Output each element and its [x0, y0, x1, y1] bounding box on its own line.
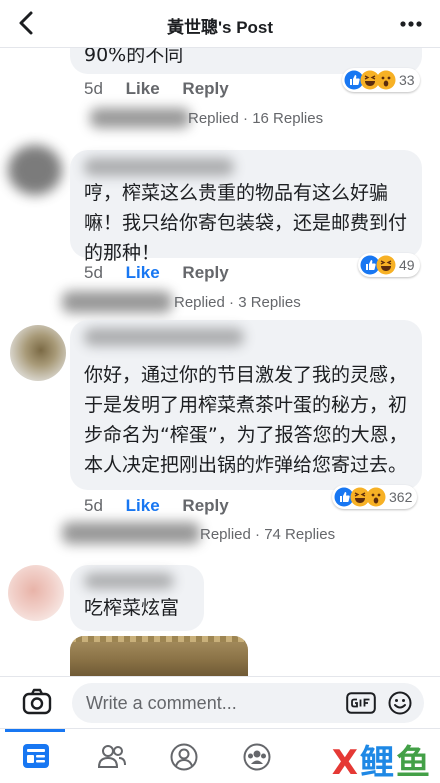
redacted-author-name — [84, 328, 244, 346]
comment-input-placeholder: Write a comment... — [86, 693, 237, 713]
comment-photo[interactable] — [70, 636, 248, 676]
page-title: 黃世聰's Post — [166, 18, 274, 37]
watermark-logo: X鲤鱼 — [332, 735, 432, 783]
avatar[interactable] — [8, 565, 64, 621]
comment-composer: Write a comment... — [0, 676, 440, 728]
redacted-avatar — [90, 108, 190, 128]
reaction-count: 49 — [399, 257, 415, 273]
like-button[interactable]: Like — [126, 263, 160, 282]
comment-actions: 5d Like Reply — [84, 79, 247, 99]
reaction-summary[interactable]: 362 — [332, 485, 418, 509]
comment-time: 5d — [84, 79, 103, 98]
active-tab-indicator — [5, 729, 65, 732]
more-options-icon[interactable] — [400, 21, 422, 27]
comment-actions: 5d Like Reply — [84, 496, 247, 516]
avatar[interactable] — [10, 325, 66, 381]
reaction-count: 33 — [399, 72, 415, 88]
view-replies-link[interactable]: Replied · 74 Replies — [200, 526, 335, 543]
redacted-avatar — [62, 522, 200, 544]
bottom-tab-bar: X鲤鱼 — [0, 728, 440, 783]
comment-bubble: 哼，榨菜这么贵重的物品有这么好骗嘛！我只给你寄包装袋，还是邮费到付的那种！ — [70, 150, 422, 264]
redacted-avatar — [62, 291, 172, 313]
top-bar: 黃世聰's Post — [0, 0, 440, 48]
reaction-summary[interactable]: 33 — [342, 68, 420, 92]
comment-actions: 5d Like Reply — [84, 263, 247, 283]
comment-time: 5d — [84, 496, 103, 515]
view-replies-link[interactable]: Replied · 16 Replies — [188, 110, 323, 127]
emoji-icon[interactable] — [388, 691, 412, 715]
profile-icon[interactable] — [170, 743, 198, 771]
like-button[interactable]: Like — [126, 496, 160, 515]
reply-button[interactable]: Reply — [182, 79, 228, 98]
avatar[interactable] — [8, 145, 62, 195]
groups-icon[interactable] — [243, 743, 271, 771]
like-button[interactable]: Like — [126, 79, 160, 98]
reply-button[interactable]: Reply — [182, 496, 228, 515]
haha-reaction-icon — [376, 255, 396, 275]
reaction-count: 362 — [389, 489, 413, 505]
wow-reaction-icon — [366, 487, 386, 507]
gif-icon[interactable] — [346, 692, 376, 714]
comment-bubble: 吃榨菜炫富 — [70, 565, 204, 631]
reply-button[interactable]: Reply — [182, 263, 228, 282]
friends-icon[interactable] — [97, 743, 127, 769]
comment-time: 5d — [84, 263, 103, 282]
view-replies-link[interactable]: Replied · 3 Replies — [174, 294, 301, 311]
news-feed-icon[interactable] — [22, 743, 50, 769]
comment-text: 吃榨菜炫富 — [84, 597, 180, 619]
camera-icon[interactable] — [22, 688, 52, 716]
reaction-summary[interactable]: 49 — [358, 253, 420, 277]
redacted-author-name — [84, 158, 234, 176]
watermark-char-1: 鲤 — [360, 743, 396, 783]
comment-text: 你好，通过你的节目激发了我的灵感，于是发明了用榨菜煮茶叶蛋的秘方，初步命名为“榨… — [84, 364, 408, 476]
watermark-x: X — [331, 743, 360, 783]
comment-input[interactable]: Write a comment... — [72, 683, 424, 723]
comment-bubble: 你好，通过你的节目激发了我的灵感，于是发明了用榨菜煮茶叶蛋的秘方，初步命名为“榨… — [70, 320, 422, 490]
wow-reaction-icon — [376, 70, 396, 90]
watermark-char-2: 鱼 — [396, 743, 432, 783]
redacted-author-name — [84, 573, 174, 589]
